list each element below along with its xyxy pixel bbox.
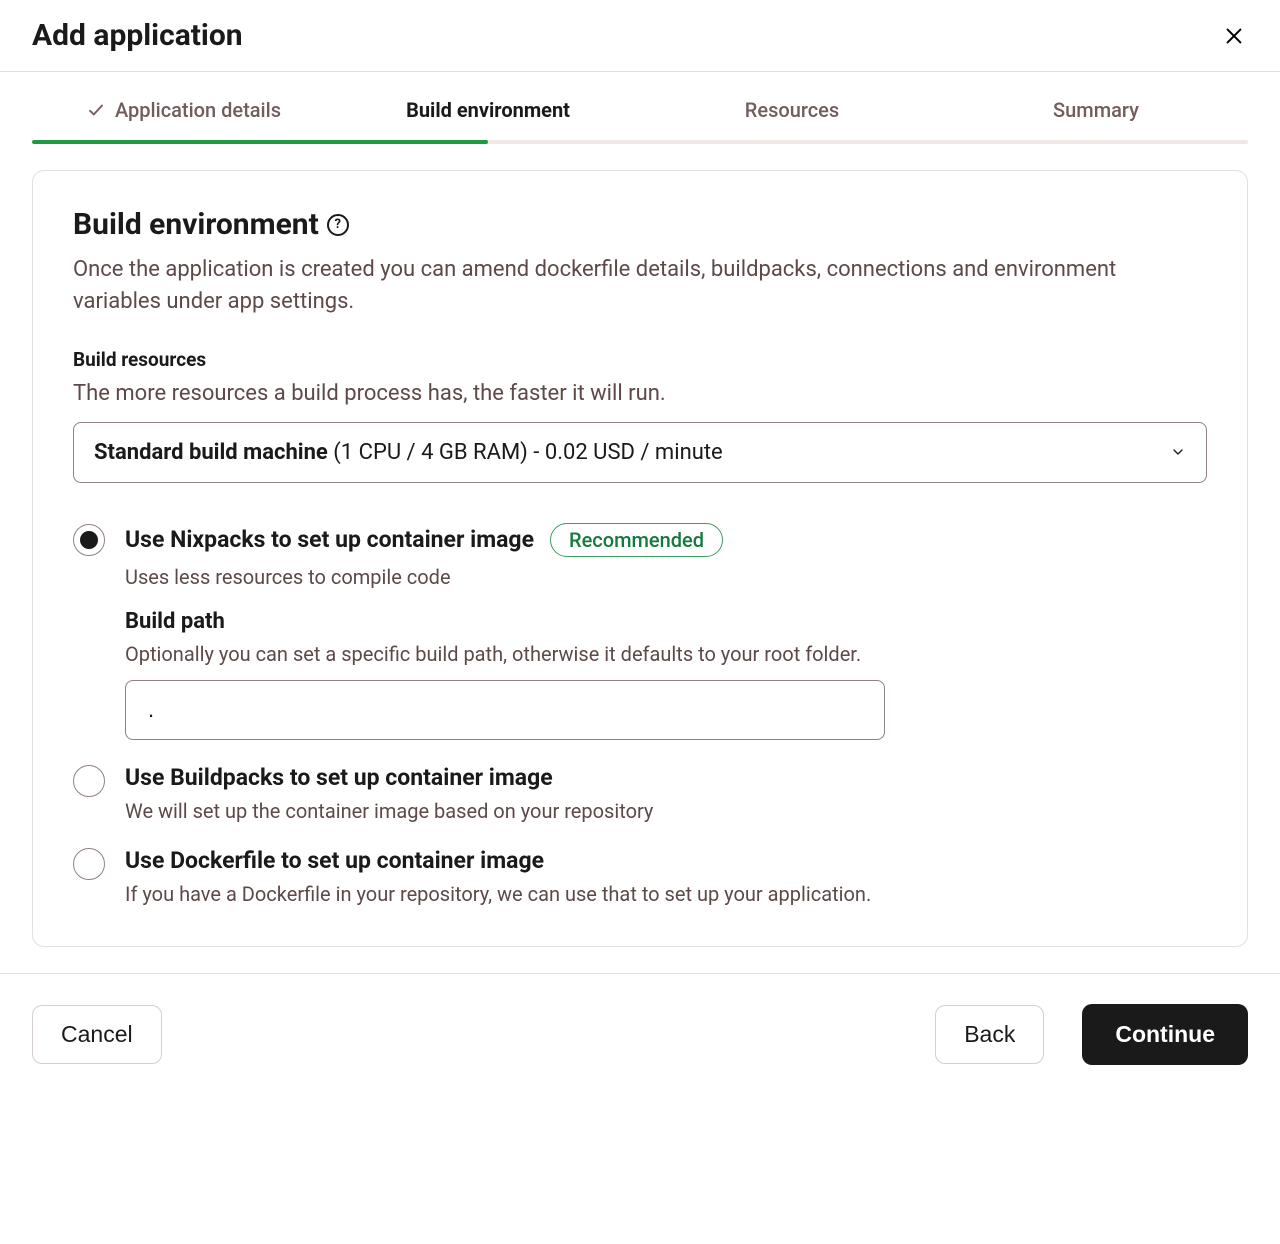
- build-machine-select[interactable]: Standard build machine (1 CPU / 4 GB RAM…: [73, 422, 1207, 483]
- build-path-title: Build path: [125, 609, 1207, 634]
- tab-application-details[interactable]: Application details: [32, 98, 336, 140]
- tab-resources[interactable]: Resources: [640, 98, 944, 140]
- help-icon[interactable]: ?: [327, 214, 349, 236]
- build-environment-card: Build environment ? Once the application…: [32, 170, 1248, 947]
- footer: Cancel Back Continue: [0, 973, 1280, 1095]
- radio-buildpacks[interactable]: [73, 765, 105, 797]
- build-path-description: Optionally you can set a specific build …: [125, 642, 1207, 666]
- radio-option-buildpacks: Use Buildpacks to set up container image…: [73, 764, 1207, 823]
- radio-description: If you have a Dockerfile in your reposit…: [125, 882, 1207, 906]
- select-label-detail: (1 CPU / 4 GB RAM) - 0.02 USD / minute: [333, 440, 722, 465]
- progress-fill: [32, 140, 488, 144]
- back-button[interactable]: Back: [935, 1005, 1044, 1064]
- build-resources-title: Build resources: [73, 348, 1207, 371]
- stepper-tabs: Application details Build environment Re…: [32, 72, 1248, 140]
- radio-title: Use Buildpacks to set up container image: [125, 764, 553, 791]
- build-path-section: Build path Optionally you can set a spec…: [125, 609, 1207, 740]
- build-resources-description: The more resources a build process has, …: [73, 381, 1207, 406]
- tab-label: Resources: [745, 98, 839, 122]
- chevron-down-icon: [1170, 444, 1186, 460]
- tab-build-environment[interactable]: Build environment: [336, 98, 640, 140]
- checkmark-icon: [87, 101, 105, 119]
- radio-option-nixpacks: Use Nixpacks to set up container image R…: [73, 523, 1207, 740]
- section-description: Once the application is created you can …: [73, 254, 1207, 318]
- radio-dockerfile[interactable]: [73, 848, 105, 880]
- radio-option-dockerfile: Use Dockerfile to set up container image…: [73, 847, 1207, 906]
- radio-title: Use Nixpacks to set up container image: [125, 526, 534, 553]
- container-setup-radio-group: Use Nixpacks to set up container image R…: [73, 523, 1207, 906]
- tab-label: Application details: [115, 98, 281, 122]
- continue-button[interactable]: Continue: [1082, 1004, 1248, 1065]
- tab-label: Build environment: [406, 98, 570, 122]
- close-button[interactable]: [1220, 22, 1248, 50]
- select-label-strong: Standard build machine: [94, 440, 333, 465]
- section-title: Build environment: [73, 207, 319, 242]
- recommended-badge: Recommended: [550, 523, 723, 557]
- select-value: Standard build machine (1 CPU / 4 GB RAM…: [94, 440, 723, 465]
- modal-header: Add application: [0, 0, 1280, 72]
- radio-title: Use Dockerfile to set up container image: [125, 847, 544, 874]
- close-icon: [1223, 25, 1245, 47]
- page-title: Add application: [32, 18, 243, 53]
- build-path-input[interactable]: [125, 680, 885, 740]
- tab-summary[interactable]: Summary: [944, 98, 1248, 140]
- section-title-row: Build environment ?: [73, 207, 1207, 242]
- progress-bar: [32, 140, 1248, 144]
- radio-description: Uses less resources to compile code: [125, 565, 1207, 589]
- tab-label: Summary: [1053, 98, 1139, 122]
- radio-description: We will set up the container image based…: [125, 799, 1207, 823]
- cancel-button[interactable]: Cancel: [32, 1005, 162, 1064]
- radio-nixpacks[interactable]: [73, 524, 105, 556]
